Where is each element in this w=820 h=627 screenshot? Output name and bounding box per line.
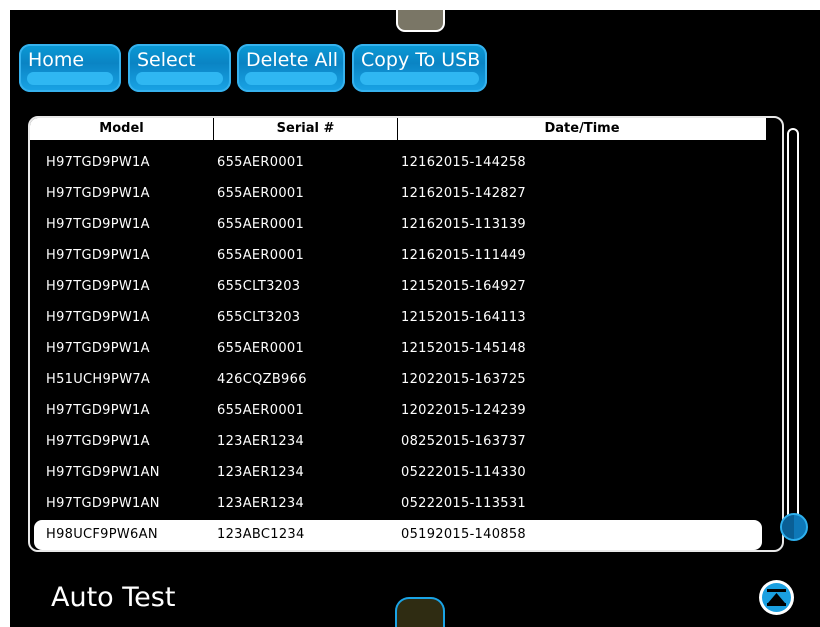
cell-model: H97TGD9PW1A <box>46 155 150 170</box>
cell-model: H97TGD9PW1A <box>46 434 150 449</box>
cell-serial: 426CQZB966 <box>217 372 307 387</box>
cell-serial: 655CLT3203 <box>217 310 301 325</box>
table-row[interactable]: H97TGD9PW1A 655AER0001 12022015-124239 <box>34 396 762 426</box>
copy-to-usb-button[interactable]: Copy To USB <box>352 44 487 92</box>
cell-model: H97TGD9PW1A <box>46 310 150 325</box>
records-table: Model Serial # Date/Time H97TGD9PW1A 655A… <box>28 116 799 552</box>
cell-serial: 123ABC1234 <box>217 527 305 542</box>
cell-serial: 655AER0001 <box>217 217 305 232</box>
cell-serial: 655AER0001 <box>217 186 305 201</box>
top-pull-tab[interactable] <box>396 10 445 32</box>
scrollbar-thumb[interactable] <box>780 513 808 541</box>
table-row[interactable]: H97TGD9PW1A 655CLT3203 12152015-164113 <box>34 303 762 333</box>
table-row[interactable]: H97TGD9PW1AN 123AER1234 05222015-113531 <box>34 489 762 519</box>
table-row[interactable]: H97TGD9PW1A 655AER0001 12162015-111449 <box>34 241 762 271</box>
table-header: Model Serial # Date/Time <box>30 118 766 140</box>
table-row[interactable]: H97TGD9PW1A 655AER0001 12162015-142827 <box>34 179 762 209</box>
cell-model: H98UCF9PW6AN <box>46 527 158 542</box>
cell-datetime: 12152015-164113 <box>401 310 526 325</box>
button-shine <box>360 72 479 85</box>
delete-all-button[interactable]: Delete All <box>237 44 345 92</box>
cell-serial: 655AER0001 <box>217 341 305 356</box>
table-row[interactable]: H97TGD9PW1A 655AER0001 12162015-113139 <box>34 210 762 240</box>
cell-datetime: 05192015-140858 <box>401 527 526 542</box>
cell-datetime: 12162015-113139 <box>401 217 526 232</box>
mode-title: Auto Test <box>51 582 176 613</box>
cell-model: H97TGD9PW1AN <box>46 496 160 511</box>
select-button[interactable]: Select <box>128 44 231 92</box>
table-row[interactable]: H98UCF9PW6AN 123ABC1234 05192015-140858 <box>34 520 762 550</box>
cell-serial: 123AER1234 <box>217 465 305 480</box>
cell-datetime: 08252015-163737 <box>401 434 526 449</box>
button-shine <box>27 72 113 85</box>
eject-button[interactable] <box>759 580 794 615</box>
cell-datetime: 05222015-114330 <box>401 465 526 480</box>
cell-model: H51UCH9PW7A <box>46 372 151 387</box>
home-button-label: Home <box>28 49 85 71</box>
cell-model: H97TGD9PW1A <box>46 341 150 356</box>
cell-datetime: 12022015-124239 <box>401 403 526 418</box>
cell-model: H97TGD9PW1A <box>46 186 150 201</box>
table-row[interactable]: H97TGD9PW1A 123AER1234 08252015-163737 <box>34 427 762 457</box>
cell-serial: 655AER0001 <box>217 403 305 418</box>
eject-up-icon <box>767 589 786 606</box>
device-screen: Home Select Delete All Copy To USB Model… <box>10 10 820 627</box>
table-row[interactable]: H51UCH9PW7A 426CQZB966 12022015-163725 <box>34 365 762 395</box>
cell-model: H97TGD9PW1A <box>46 248 150 263</box>
cell-model: H97TGD9PW1A <box>46 279 150 294</box>
table-row[interactable]: H97TGD9PW1AN 123AER1234 05222015-114330 <box>34 458 762 488</box>
cell-serial: 123AER1234 <box>217 434 305 449</box>
cell-datetime: 12152015-145148 <box>401 341 526 356</box>
button-shine <box>136 72 223 85</box>
cell-serial: 655CLT3203 <box>217 279 301 294</box>
cell-serial: 655AER0001 <box>217 155 305 170</box>
home-button[interactable]: Home <box>19 44 121 92</box>
column-header-datetime[interactable]: Date/Time <box>398 118 766 140</box>
cell-serial: 655AER0001 <box>217 248 305 263</box>
cell-datetime: 12162015-111449 <box>401 248 526 263</box>
cell-datetime: 12022015-163725 <box>401 372 526 387</box>
cell-datetime: 12152015-164927 <box>401 279 526 294</box>
table-row[interactable]: H97TGD9PW1A 655CLT3203 12152015-164927 <box>34 272 762 302</box>
cell-model: H97TGD9PW1A <box>46 403 150 418</box>
column-header-serial[interactable]: Serial # <box>214 118 398 140</box>
scrollbar-track[interactable] <box>787 128 799 538</box>
cell-datetime: 12162015-142827 <box>401 186 526 201</box>
table-row[interactable]: H97TGD9PW1A 655AER0001 12152015-145148 <box>34 334 762 364</box>
cell-datetime: 05222015-113531 <box>401 496 526 511</box>
table-row[interactable]: H97TGD9PW1A 655AER0001 12162015-144258 <box>34 148 762 178</box>
column-header-model[interactable]: Model <box>30 118 214 140</box>
copy-to-usb-button-label: Copy To USB <box>361 49 481 71</box>
button-shine <box>245 72 337 85</box>
select-button-label: Select <box>137 49 196 71</box>
cell-serial: 123AER1234 <box>217 496 305 511</box>
bottom-pull-tab[interactable] <box>395 597 445 627</box>
scrollbar-thumb-shade <box>782 515 794 539</box>
cell-model: H97TGD9PW1AN <box>46 465 160 480</box>
cell-model: H97TGD9PW1A <box>46 217 150 232</box>
cell-datetime: 12162015-144258 <box>401 155 526 170</box>
delete-all-button-label: Delete All <box>246 49 339 71</box>
